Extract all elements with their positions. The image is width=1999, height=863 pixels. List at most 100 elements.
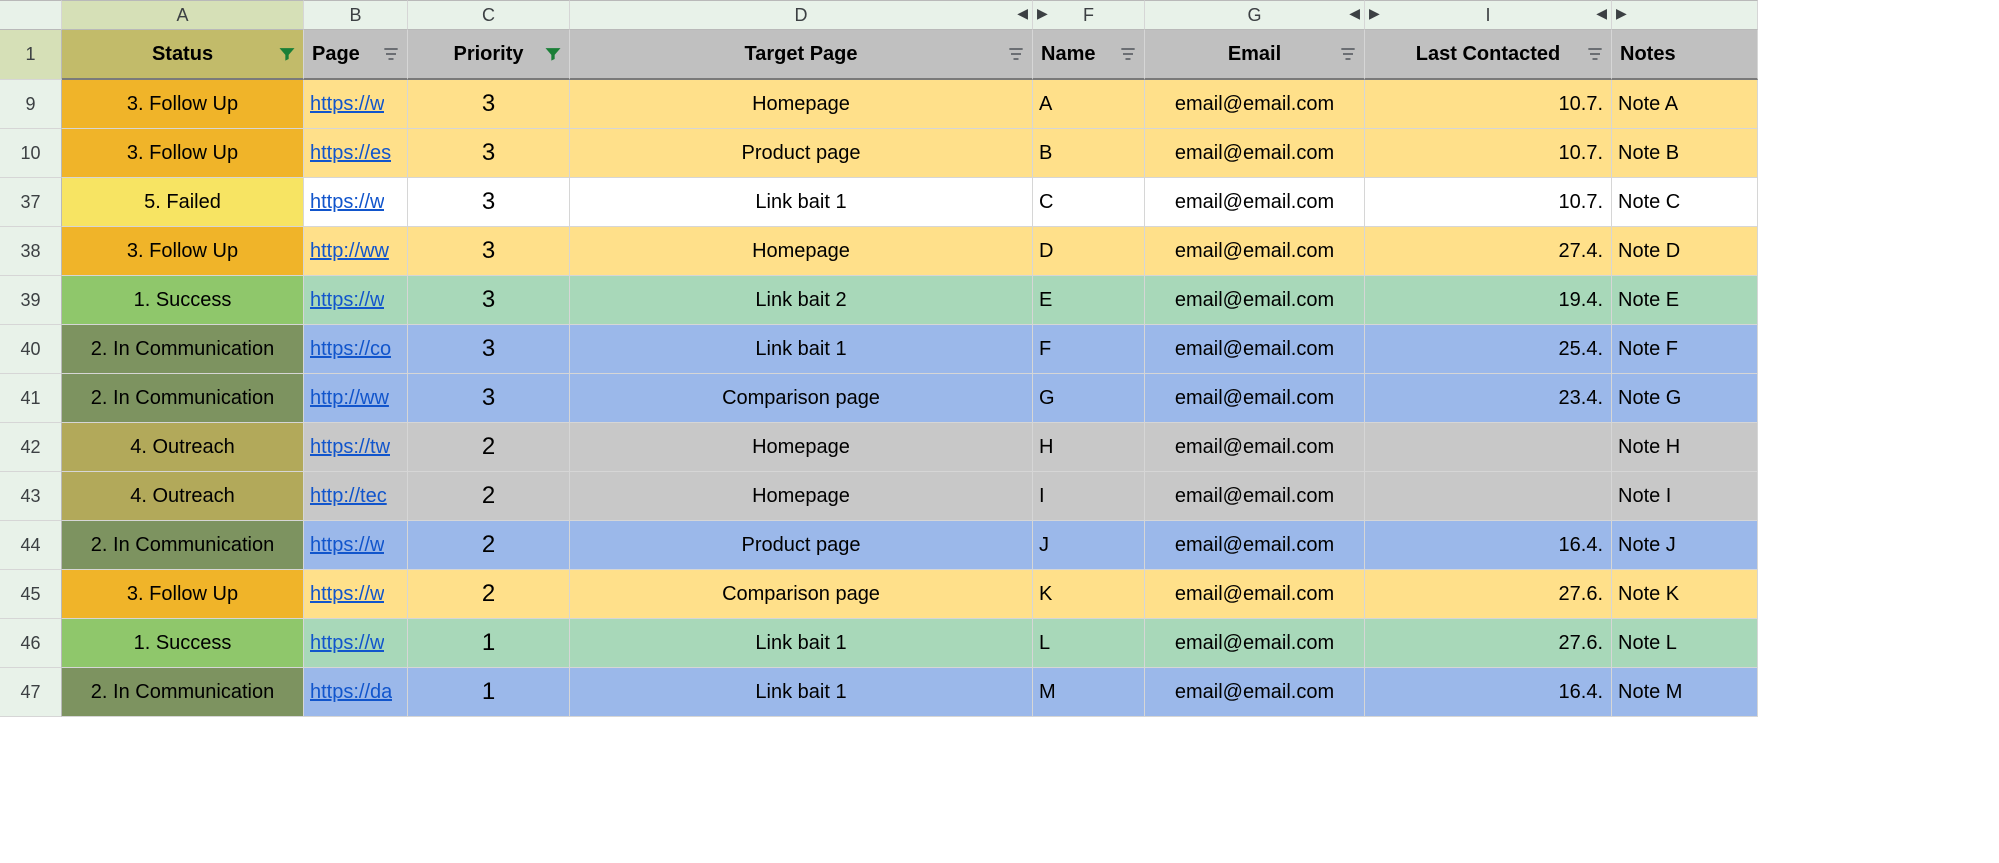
- header-name[interactable]: Name: [1033, 30, 1145, 80]
- priority-cell[interactable]: 3: [408, 80, 570, 129]
- priority-cell[interactable]: 3: [408, 325, 570, 374]
- target-cell[interactable]: Link bait 1: [570, 668, 1033, 717]
- row-header[interactable]: 10: [0, 129, 62, 178]
- col-header-G[interactable]: G ◀: [1145, 0, 1365, 30]
- page-link[interactable]: https://co: [310, 338, 391, 361]
- notes-cell[interactable]: Note D: [1612, 227, 1758, 276]
- last-contacted-cell[interactable]: 10.7.: [1365, 80, 1612, 129]
- name-cell[interactable]: B: [1033, 129, 1145, 178]
- filter-icon[interactable]: [1006, 44, 1026, 64]
- notes-cell[interactable]: Note B: [1612, 129, 1758, 178]
- col-header-notes[interactable]: ▶: [1612, 0, 1758, 30]
- email-cell[interactable]: email@email.com: [1145, 227, 1365, 276]
- page-link[interactable]: https://w: [310, 583, 384, 606]
- last-contacted-cell[interactable]: 27.6.: [1365, 619, 1612, 668]
- collapse-left-icon[interactable]: ◀: [1596, 5, 1607, 22]
- target-cell[interactable]: Homepage: [570, 80, 1033, 129]
- priority-cell[interactable]: 3: [408, 374, 570, 423]
- priority-cell[interactable]: 2: [408, 472, 570, 521]
- notes-cell[interactable]: Note H: [1612, 423, 1758, 472]
- page-cell[interactable]: https://co: [304, 325, 408, 374]
- status-cell[interactable]: 4. Outreach: [62, 423, 304, 472]
- page-link[interactable]: https://w: [310, 191, 384, 214]
- email-cell[interactable]: email@email.com: [1145, 374, 1365, 423]
- filter-icon[interactable]: [1585, 44, 1605, 64]
- row-header[interactable]: 42: [0, 423, 62, 472]
- priority-cell[interactable]: 3: [408, 129, 570, 178]
- page-link[interactable]: http://tec: [310, 485, 387, 508]
- page-link[interactable]: https://w: [310, 93, 384, 116]
- col-header-F[interactable]: ▶ F: [1033, 0, 1145, 30]
- target-cell[interactable]: Comparison page: [570, 374, 1033, 423]
- filter-active-icon[interactable]: [277, 44, 297, 64]
- row-header[interactable]: 40: [0, 325, 62, 374]
- row-header[interactable]: 46: [0, 619, 62, 668]
- name-cell[interactable]: A: [1033, 80, 1145, 129]
- name-cell[interactable]: G: [1033, 374, 1145, 423]
- header-page[interactable]: Page: [304, 30, 408, 80]
- page-cell[interactable]: https://w: [304, 178, 408, 227]
- target-cell[interactable]: Product page: [570, 129, 1033, 178]
- name-cell[interactable]: I: [1033, 472, 1145, 521]
- priority-cell[interactable]: 2: [408, 521, 570, 570]
- filter-icon[interactable]: [381, 44, 401, 64]
- page-cell[interactable]: http://ww: [304, 227, 408, 276]
- target-cell[interactable]: Homepage: [570, 227, 1033, 276]
- target-cell[interactable]: Link bait 1: [570, 619, 1033, 668]
- status-cell[interactable]: 1. Success: [62, 276, 304, 325]
- col-header-C[interactable]: C: [408, 0, 570, 30]
- name-cell[interactable]: J: [1033, 521, 1145, 570]
- notes-cell[interactable]: Note E: [1612, 276, 1758, 325]
- col-header-B[interactable]: B: [304, 0, 408, 30]
- filter-icon[interactable]: [1118, 44, 1138, 64]
- col-header-I[interactable]: ▶ I ◀: [1365, 0, 1612, 30]
- priority-cell[interactable]: 1: [408, 619, 570, 668]
- row-header[interactable]: 47: [0, 668, 62, 717]
- name-cell[interactable]: F: [1033, 325, 1145, 374]
- email-cell[interactable]: email@email.com: [1145, 668, 1365, 717]
- collapse-left-icon[interactable]: ◀: [1349, 5, 1360, 22]
- email-cell[interactable]: email@email.com: [1145, 276, 1365, 325]
- status-cell[interactable]: 2. In Communication: [62, 325, 304, 374]
- email-cell[interactable]: email@email.com: [1145, 521, 1365, 570]
- last-contacted-cell[interactable]: 10.7.: [1365, 129, 1612, 178]
- header-priority[interactable]: Priority: [408, 30, 570, 80]
- page-link[interactable]: https://w: [310, 534, 384, 557]
- page-link[interactable]: https://es: [310, 142, 391, 165]
- target-cell[interactable]: Link bait 2: [570, 276, 1033, 325]
- page-cell[interactable]: https://da: [304, 668, 408, 717]
- status-cell[interactable]: 3. Follow Up: [62, 80, 304, 129]
- page-cell[interactable]: https://w: [304, 80, 408, 129]
- name-cell[interactable]: K: [1033, 570, 1145, 619]
- target-cell[interactable]: Comparison page: [570, 570, 1033, 619]
- header-notes[interactable]: Notes: [1612, 30, 1758, 80]
- target-cell[interactable]: Product page: [570, 521, 1033, 570]
- notes-cell[interactable]: Note G: [1612, 374, 1758, 423]
- status-cell[interactable]: 2. In Communication: [62, 374, 304, 423]
- row-header[interactable]: 44: [0, 521, 62, 570]
- page-cell[interactable]: https://w: [304, 276, 408, 325]
- page-link[interactable]: https://da: [310, 681, 392, 704]
- priority-cell[interactable]: 1: [408, 668, 570, 717]
- page-cell[interactable]: http://ww: [304, 374, 408, 423]
- priority-cell[interactable]: 2: [408, 570, 570, 619]
- page-link[interactable]: https://w: [310, 289, 384, 312]
- last-contacted-cell[interactable]: 16.4.: [1365, 521, 1612, 570]
- email-cell[interactable]: email@email.com: [1145, 325, 1365, 374]
- status-cell[interactable]: 2. In Communication: [62, 521, 304, 570]
- collapse-left-icon[interactable]: ◀: [1017, 5, 1028, 22]
- email-cell[interactable]: email@email.com: [1145, 570, 1365, 619]
- status-cell[interactable]: 3. Follow Up: [62, 570, 304, 619]
- filter-active-icon[interactable]: [543, 44, 563, 64]
- notes-cell[interactable]: Note F: [1612, 325, 1758, 374]
- status-cell[interactable]: 4. Outreach: [62, 472, 304, 521]
- row-header[interactable]: 9: [0, 80, 62, 129]
- page-cell[interactable]: https://w: [304, 570, 408, 619]
- name-cell[interactable]: E: [1033, 276, 1145, 325]
- priority-cell[interactable]: 2: [408, 423, 570, 472]
- expand-right-icon[interactable]: ▶: [1037, 5, 1048, 22]
- status-cell[interactable]: 1. Success: [62, 619, 304, 668]
- target-cell[interactable]: Homepage: [570, 423, 1033, 472]
- row-header[interactable]: 41: [0, 374, 62, 423]
- target-cell[interactable]: Homepage: [570, 472, 1033, 521]
